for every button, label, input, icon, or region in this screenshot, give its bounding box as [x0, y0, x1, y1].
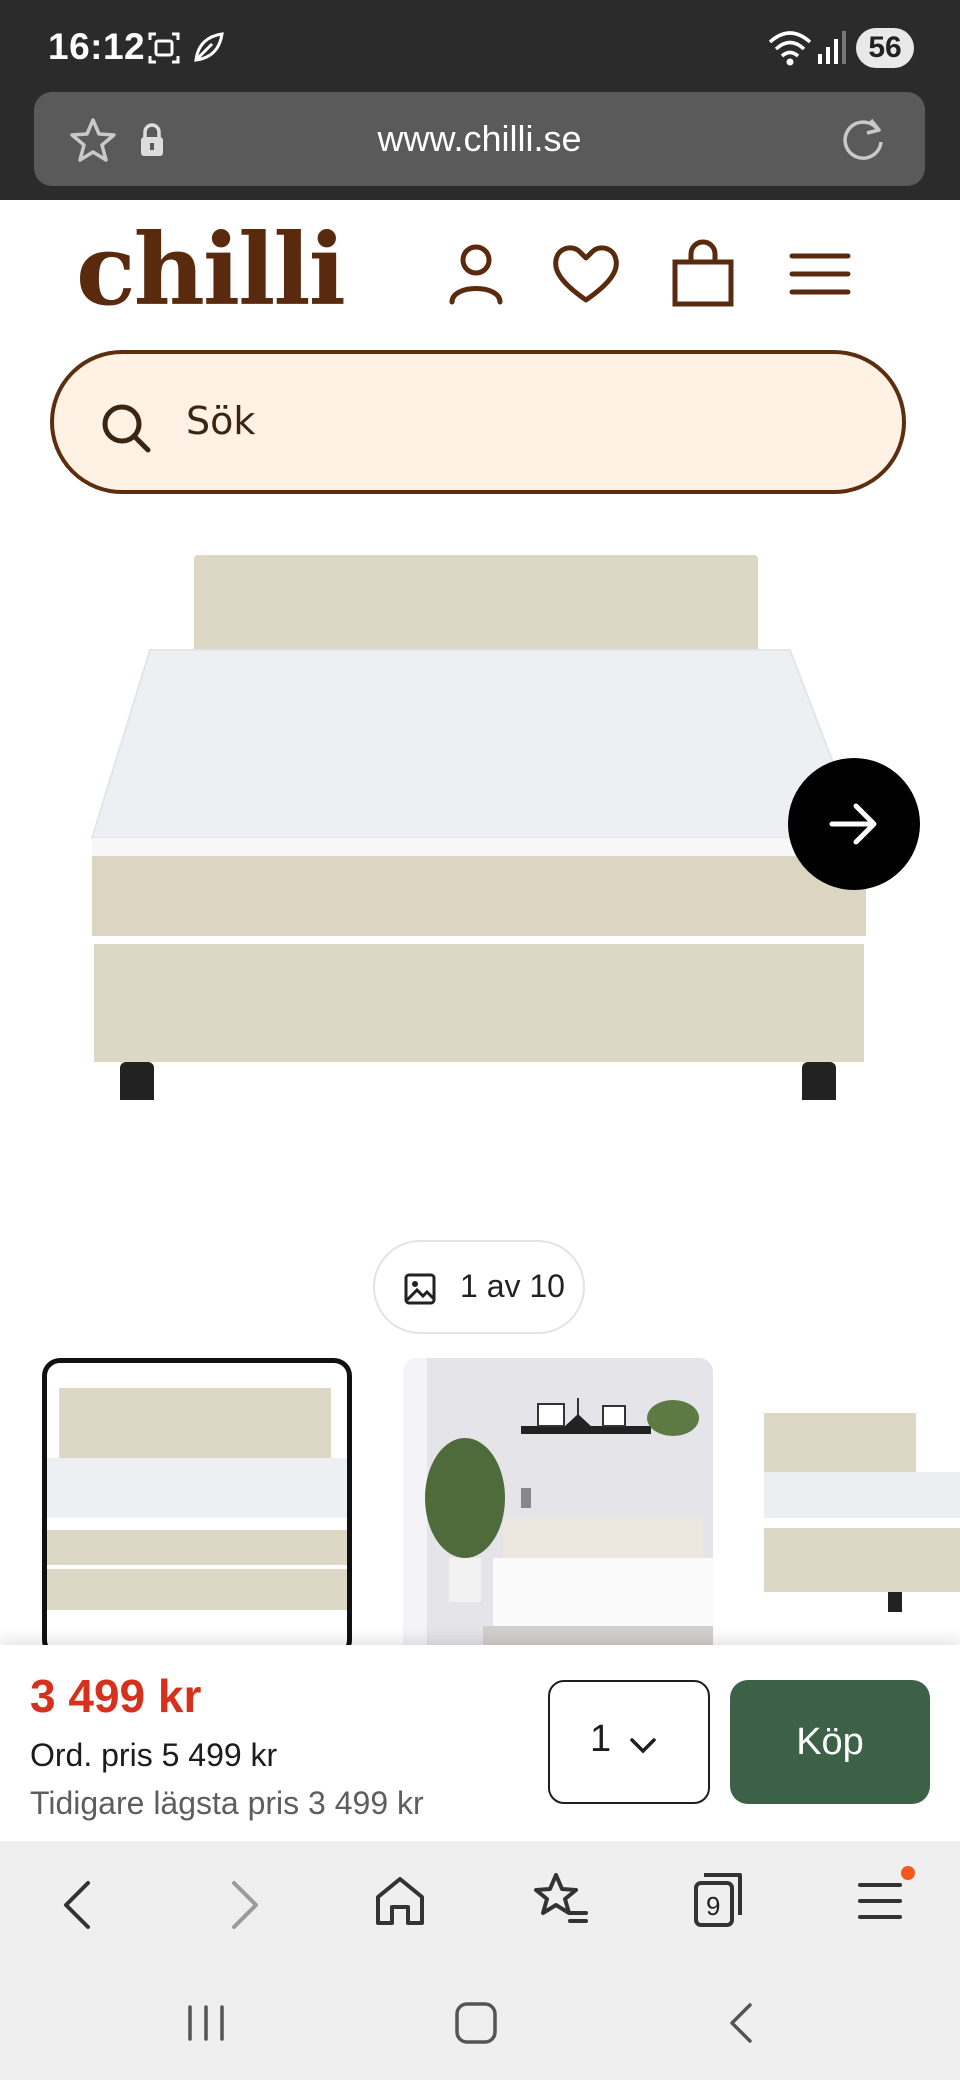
address-bar[interactable]: www.chilli.se [34, 92, 925, 186]
tabs-count: 9 [706, 1891, 721, 1921]
thumbnail-2[interactable] [403, 1358, 713, 1658]
ordinary-price: Ord. pris 5 499 kr [30, 1737, 278, 1773]
wifi-icon [768, 31, 812, 66]
search-icon[interactable] [98, 400, 154, 456]
buy-button[interactable]: Köp [730, 1680, 930, 1804]
arrow-right-icon [829, 803, 877, 845]
thumbnail-image [47, 1388, 347, 1610]
system-navigation [0, 1963, 960, 2080]
menu-icon[interactable] [856, 1863, 916, 1931]
search-input[interactable] [184, 398, 788, 444]
chevron-down-icon [630, 1738, 656, 1754]
thumbnail-1[interactable] [42, 1358, 352, 1658]
recents-icon[interactable] [184, 2003, 230, 2043]
next-image-button[interactable] [788, 758, 920, 890]
heart-icon[interactable] [550, 238, 622, 310]
menu-icon[interactable] [784, 238, 856, 310]
status-time: 16:12 [48, 26, 146, 67]
thumbnail-image [764, 1413, 960, 1612]
quantity-value: 1 [590, 1718, 612, 1760]
image-counter-text: 1 av 10 [460, 1268, 565, 1304]
back-icon[interactable] [722, 1999, 762, 2047]
browser-toolbar: 9 [0, 1841, 960, 1963]
current-price: 3 499 kr [30, 1670, 202, 1722]
chilli-logo[interactable]: chilli [76, 222, 346, 320]
url-text[interactable]: www.chilli.se [34, 118, 925, 160]
lowest-price: Tidigare lägsta pris 3 499 kr [30, 1785, 424, 1821]
bookmarks-icon[interactable] [530, 1871, 590, 1931]
search-box[interactable] [50, 350, 906, 494]
thumbnail-image [403, 1358, 713, 1658]
forward-icon[interactable] [222, 1877, 266, 1933]
image-icon [404, 1273, 436, 1305]
account-icon[interactable] [440, 238, 512, 310]
tabs-icon[interactable]: 9 [690, 1869, 746, 1929]
screenshot-icon [148, 32, 180, 64]
leaf-icon [194, 32, 224, 62]
battery-icon: 56 [856, 28, 914, 68]
image-counter[interactable]: 1 av 10 [373, 1240, 585, 1334]
thumbnail-3[interactable] [764, 1358, 960, 1658]
status-bar: 16:12 56 www.chilli.se [0, 0, 960, 200]
quantity-select[interactable]: 1 [548, 1680, 710, 1804]
reload-icon[interactable] [838, 114, 888, 164]
purchase-bar: 3 499 kr Ord. pris 5 499 kr Tidigare läg… [0, 1645, 960, 1841]
back-icon[interactable] [56, 1877, 100, 1933]
signal-icon [818, 31, 846, 64]
home-icon[interactable] [372, 1873, 428, 1929]
bag-icon[interactable] [667, 238, 739, 310]
home-button-icon[interactable] [452, 1999, 500, 2047]
